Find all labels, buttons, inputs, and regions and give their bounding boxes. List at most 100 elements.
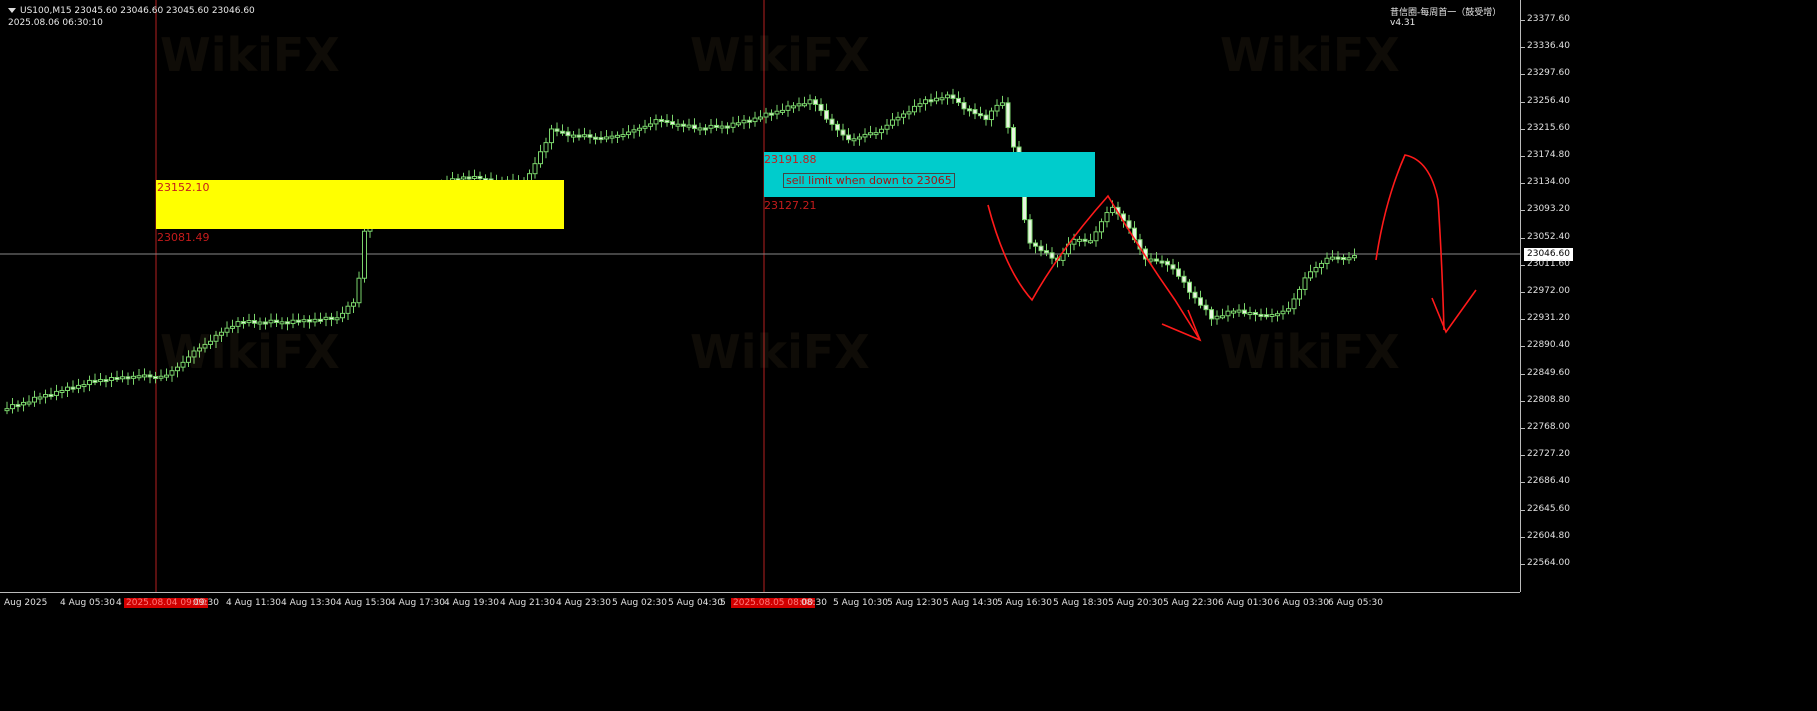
candle-body — [1231, 310, 1236, 314]
candle-body — [653, 119, 659, 125]
candle-body — [263, 321, 268, 325]
time-tick: 6 Aug 03:30 — [1274, 598, 1329, 608]
candle-body — [268, 319, 274, 324]
candle-body — [312, 318, 318, 323]
candle-body — [769, 112, 774, 116]
dropdown-icon[interactable] — [8, 8, 16, 13]
watermark: WikiFX — [690, 325, 870, 379]
price-tick: 22890.40 — [1527, 340, 1570, 351]
price-tick: 23377.60 — [1527, 14, 1570, 24]
time-tick: 5 Aug 16:30 — [997, 598, 1052, 608]
candle-body — [807, 99, 813, 105]
candle-body — [362, 230, 367, 279]
price-tick-mark — [1521, 264, 1525, 266]
candle-body — [549, 128, 554, 144]
candle-body — [708, 124, 714, 129]
candle-body — [1082, 238, 1088, 242]
candle-body — [989, 110, 994, 121]
candle-body — [670, 121, 675, 126]
price-tick-mark — [1521, 346, 1525, 348]
candle-body — [1220, 315, 1225, 319]
candle-body — [796, 103, 802, 107]
price-tick: 23256.40 — [1527, 95, 1570, 106]
candle-body — [879, 128, 884, 134]
candle-body — [692, 124, 697, 130]
time-axis[interactable]: Aug 2025 4 Aug 05:30 4 2025.08.04 09:00 09:3… — [0, 592, 1520, 613]
time-tick: 4 — [116, 598, 122, 608]
chart-area[interactable]: WikiFX WikiFX WikiFX WikiFX WikiFX WikiF… — [0, 0, 1520, 592]
price-tick: 22727.20 — [1527, 449, 1570, 460]
candle-body — [862, 133, 868, 138]
time-tick: 08:30 — [801, 598, 827, 608]
candle-body — [620, 134, 626, 138]
yellow-zone-bottom-label: 23081.49 — [157, 231, 210, 244]
price-tick-mark — [1521, 74, 1525, 76]
candle-body — [285, 321, 290, 325]
candle-body — [1264, 314, 1269, 318]
candle-body — [928, 99, 934, 103]
cyan-zone-top-label: 23191.88 — [764, 153, 817, 166]
time-tick: 09:30 — [193, 598, 219, 608]
candle-body — [593, 136, 598, 140]
candle-body — [10, 404, 15, 410]
candle-body — [912, 105, 917, 113]
candle-body — [1297, 288, 1302, 300]
time-tick: 6 Aug 05:30 — [1328, 598, 1383, 608]
candle-body — [956, 97, 961, 104]
yellow-zone[interactable] — [156, 180, 564, 229]
candle-body — [697, 127, 703, 131]
candle-body — [675, 123, 681, 127]
sell-limit-note[interactable]: sell limit when down to 23065 — [783, 173, 955, 188]
time-tick: 4 Aug 23:30 — [556, 598, 611, 608]
candle-body — [147, 374, 153, 378]
candle-body — [725, 125, 730, 129]
candle-body — [554, 128, 560, 132]
time-tick: 4 Aug 11:30 — [226, 598, 281, 608]
candle-body — [1198, 297, 1203, 306]
candle-body — [1038, 245, 1044, 252]
candle-body — [1099, 221, 1104, 233]
candle-body — [637, 127, 642, 131]
candle-body — [791, 105, 796, 109]
candle-body — [1308, 271, 1313, 279]
candle-body — [125, 376, 131, 380]
candle-body — [686, 124, 692, 128]
candle-body — [318, 318, 323, 322]
candle-body — [307, 319, 312, 323]
candle-body — [846, 134, 851, 141]
candle-body — [1225, 310, 1231, 317]
price-tick-mark — [1521, 319, 1525, 321]
candle-body — [1176, 268, 1181, 277]
candle-body — [604, 136, 609, 140]
price-tick: 23174.80 — [1527, 150, 1570, 160]
price-tick-mark — [1521, 128, 1525, 130]
time-tick: 5 Aug 02:30 — [612, 598, 667, 608]
candle-body — [1000, 102, 1005, 106]
price-tick-mark — [1521, 292, 1525, 293]
candle-body — [477, 175, 483, 180]
candle-body — [1203, 304, 1209, 311]
candle-body — [714, 124, 719, 128]
price-tick-mark — [1521, 482, 1525, 484]
candle-body — [1236, 309, 1242, 313]
price-axis[interactable]: 23046.60 23377.60 23336.40 23297.60 23256.4… — [1520, 0, 1817, 592]
price-tick: 23134.00 — [1527, 177, 1570, 188]
candle-body — [340, 312, 345, 319]
price-tick-mark — [1521, 536, 1525, 538]
price-tick-mark — [1521, 47, 1525, 49]
price-tick-mark — [1521, 237, 1525, 239]
candle-body — [1033, 242, 1038, 247]
candle-body — [543, 142, 549, 153]
candle-body — [1011, 127, 1016, 148]
candle-body — [1341, 257, 1346, 261]
candlestick-plot[interactable] — [0, 0, 1520, 592]
candle-body — [274, 319, 279, 324]
candle-body — [1187, 281, 1192, 293]
candle-body — [4, 408, 10, 412]
candle-body — [659, 119, 664, 123]
candle-body — [609, 135, 615, 139]
candle-body — [763, 112, 769, 118]
candle-body — [538, 151, 543, 165]
price-tick: 22645.60 — [1527, 503, 1570, 514]
time-tick: 5 Aug 22:30 — [1163, 598, 1218, 608]
